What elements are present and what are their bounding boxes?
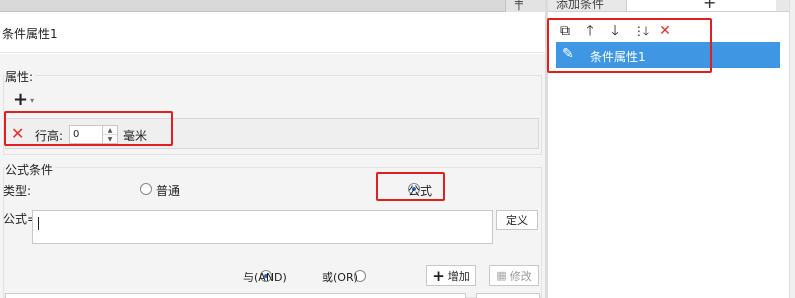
condition-title-bar: 条件属性1 (0, 13, 545, 53)
define-button[interactable]: 定义 (496, 210, 538, 230)
conditions-header: 添加条件 + (548, 0, 789, 12)
left-top-strip: ╪ (0, 0, 545, 12)
row-height-highlight (4, 111, 173, 146)
add-condition-icon[interactable]: + (703, 0, 716, 11)
modify-icon: ▦ (496, 269, 507, 282)
logic-and-label[interactable]: 与(AND) (243, 269, 287, 285)
chevron-down-icon: ▾ (30, 95, 35, 105)
modify-condition-label: 修改 (509, 269, 532, 283)
left-top-strip-tab (505, 0, 545, 12)
formula-input[interactable] (32, 210, 493, 244)
formula-condition-label: 公式条件 (5, 161, 56, 178)
add-condition-button[interactable]: + 增加 (426, 265, 476, 286)
plus-icon: + (13, 89, 29, 110)
condition-title: 条件属性1 (2, 27, 58, 41)
add-attribute-button[interactable]: + ▾ (12, 91, 42, 109)
right-scrollbar[interactable] (789, 0, 795, 298)
add-condition-label: 增加 (447, 269, 470, 283)
text-caret (38, 217, 39, 230)
type-label: 类型: (3, 184, 32, 198)
conditions-header-field (626, 0, 776, 11)
formula-type-highlight (376, 172, 445, 201)
type-normal-label[interactable]: 普通 (156, 182, 180, 199)
conditions-header-title: 添加条件 (556, 0, 605, 11)
type-normal-radio[interactable] (140, 183, 152, 195)
toolbar-highlight (547, 18, 712, 73)
condition-list-side (476, 293, 540, 298)
grid-plus-icon[interactable]: ╪ (515, 0, 523, 10)
logic-or-label[interactable]: 或(OR) (322, 269, 358, 285)
condition-list-box (5, 293, 466, 298)
plus-icon: + (432, 266, 445, 285)
modify-condition-button[interactable]: ▦ 修改 (489, 265, 539, 286)
attributes-section-label: 属性: (5, 68, 36, 85)
